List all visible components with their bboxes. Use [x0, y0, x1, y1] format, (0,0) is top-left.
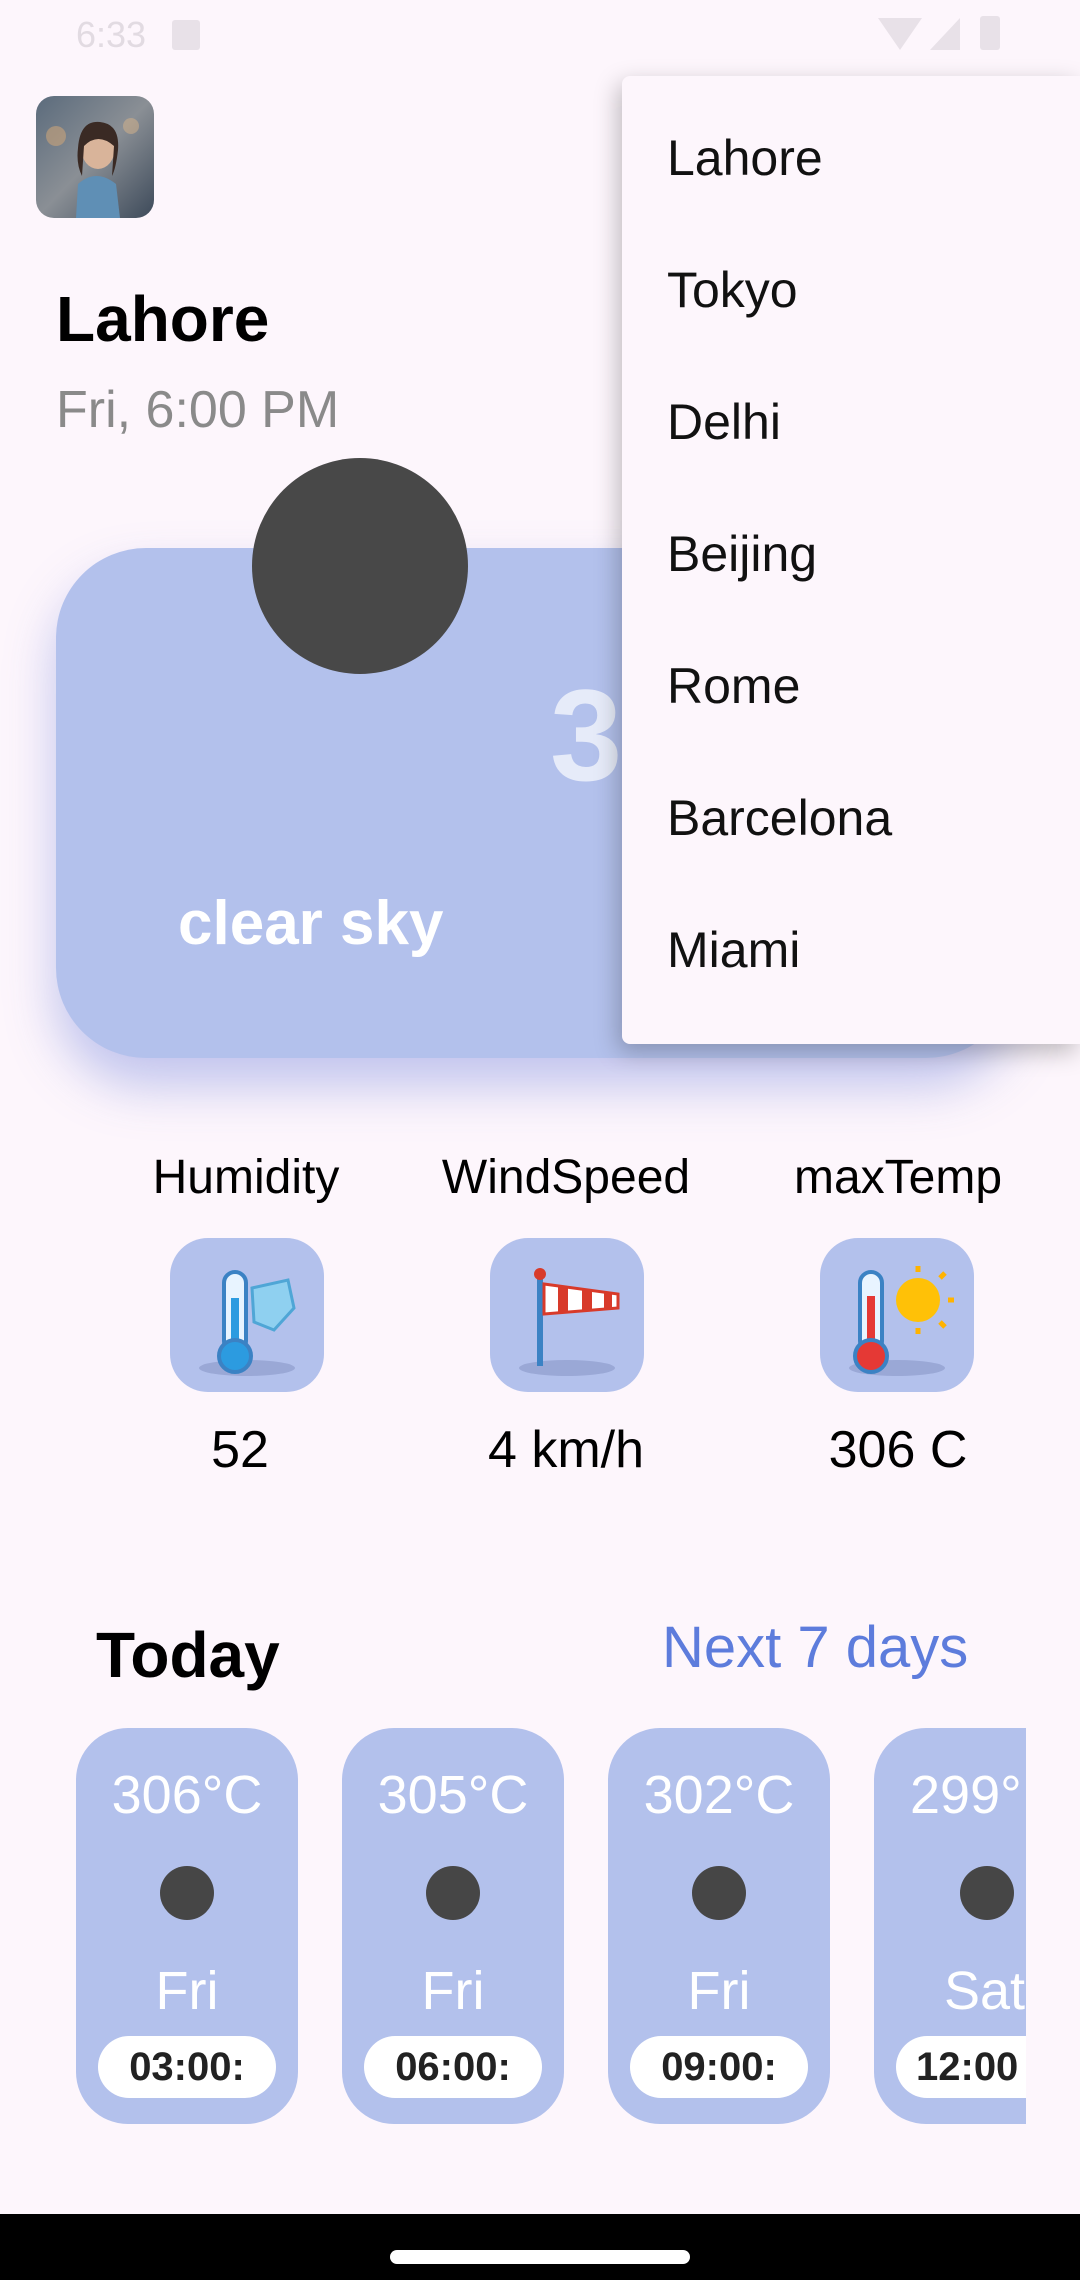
status-bar: 6:33 — [0, 0, 1080, 70]
signal-icon — [930, 18, 960, 50]
humidity-label: Humidity — [152, 1151, 340, 1204]
forecast-card[interactable]: 305°C Fri 06:00: — [342, 1728, 564, 2124]
humidity-value: 52 — [211, 1421, 269, 1479]
next-7-days-link[interactable]: Next 7 days — [662, 1614, 968, 1681]
forecast-time-pill: 06:00: — [364, 2036, 542, 2098]
windspeed-label: WindSpeed — [441, 1151, 691, 1204]
forecast-weather-icon — [426, 1866, 480, 1920]
wifi-icon — [878, 18, 922, 50]
forecast-day: Sat — [944, 1961, 1026, 2021]
forecast-card[interactable]: 302°C Fri 09:00: — [608, 1728, 830, 2124]
menu-item-barcelona[interactable]: Barcelona — [622, 752, 1080, 884]
menu-item-rome[interactable]: Rome — [622, 620, 1080, 752]
forecast-temperature: 306°C — [111, 1765, 263, 1825]
forecast-day: Fri — [687, 1961, 751, 2021]
app-screen: 6:33 Lahore Fri, 6:00 PM 3 clear sky Hum… — [0, 0, 1080, 2280]
hot-thermometer-icon — [820, 1238, 974, 1392]
city-dropdown-menu: Lahore Tokyo Delhi Beijing Rome Barcelon… — [622, 76, 1080, 1044]
forecast-time: 09:00: — [661, 2045, 777, 2089]
home-gesture-handle[interactable] — [390, 2250, 690, 2264]
sd-card-icon — [172, 20, 200, 50]
menu-item-lahore[interactable]: Lahore — [622, 92, 1080, 224]
forecast-temperature: 302°C — [643, 1765, 795, 1825]
forecast-card[interactable]: 306°C Fri 03:00: — [76, 1728, 298, 2124]
menu-item-miami[interactable]: Miami — [622, 884, 1080, 1016]
forecast-time: 06:00: — [395, 2045, 511, 2089]
datetime-label: Fri, 6:00 PM — [56, 381, 340, 439]
windsock-icon — [490, 1238, 644, 1392]
city-title: Lahore — [56, 283, 270, 355]
forecast-time-pill: 09:00: — [630, 2036, 808, 2098]
menu-item-delhi[interactable]: Delhi — [622, 356, 1080, 488]
current-temperature: 3 — [550, 662, 623, 808]
forecast-card[interactable]: 299° Sat 12:00 — [874, 1728, 1026, 2124]
windspeed-value: 4 km/h — [487, 1421, 645, 1479]
avatar[interactable] — [36, 96, 154, 218]
weather-condition: clear sky — [178, 889, 444, 958]
battery-icon — [980, 16, 1000, 50]
menu-item-tokyo[interactable]: Tokyo — [622, 224, 1080, 356]
forecast-time-pill: 03:00: — [98, 2036, 276, 2098]
forecast-temperature: 305°C — [377, 1765, 529, 1825]
menu-item-beijing[interactable]: Beijing — [622, 488, 1080, 620]
forecast-time: 03:00: — [129, 2045, 245, 2089]
forecast-day: Fri — [155, 1961, 219, 2021]
forecast-weather-icon — [160, 1866, 214, 1920]
system-navigation-bar — [0, 2214, 1080, 2280]
forecast-time: 12:00 — [916, 2045, 1019, 2089]
forecast-weather-icon — [692, 1866, 746, 1920]
forecast-time-pill: 12:00 — [896, 2036, 1026, 2098]
forecast-weather-icon — [960, 1866, 1014, 1920]
avatar-photo — [36, 96, 154, 218]
forecast-temperature: 299° — [910, 1765, 1022, 1825]
maxtemp-label: maxTemp — [793, 1151, 1003, 1204]
weather-icon-placeholder — [252, 458, 468, 674]
maxtemp-value: 306 C — [828, 1421, 968, 1479]
forecast-day: Fri — [421, 1961, 485, 2021]
status-time: 6:33 — [76, 14, 147, 55]
humidity-thermometer-icon — [170, 1238, 324, 1392]
hourly-forecast-list[interactable]: 306°C Fri 03:00: 305°C Fri 06:00: 302°C … — [0, 1728, 1026, 2128]
today-title: Today — [96, 1619, 280, 1691]
